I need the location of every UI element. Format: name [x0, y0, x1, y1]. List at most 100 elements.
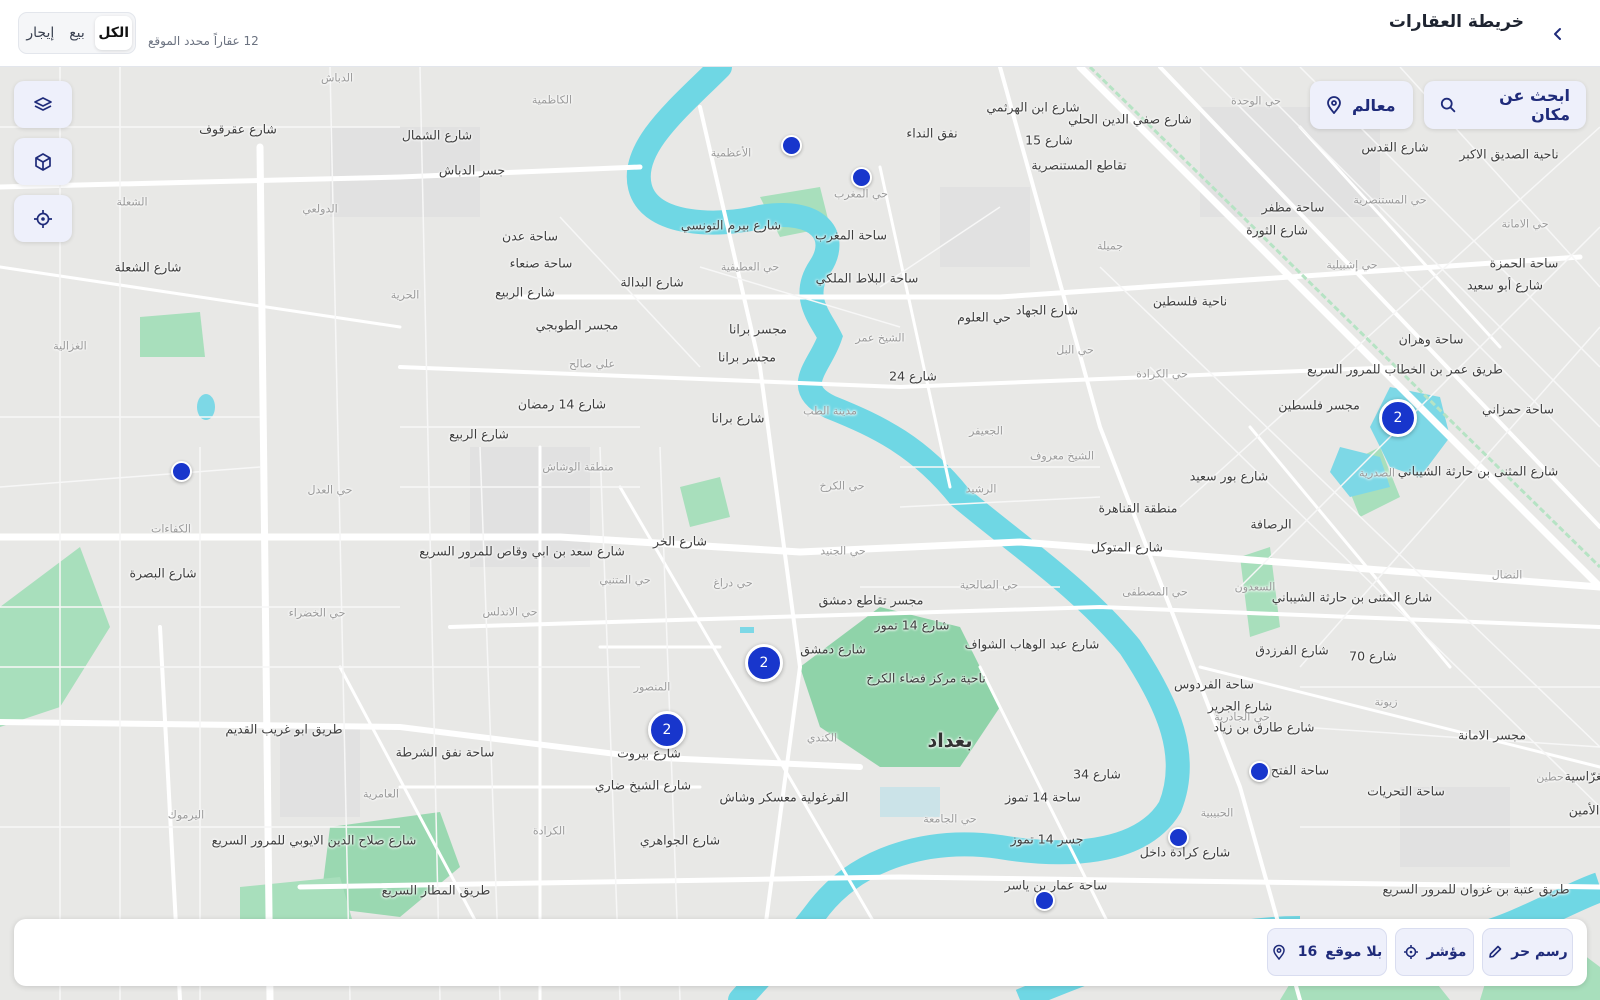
map-place-label: حي البل — [1056, 343, 1094, 357]
map-place-label: الكندي — [806, 731, 838, 745]
located-count-text: 12 عقاراً محدد الموقع — [148, 34, 259, 48]
map-place-label: ساحة عدن — [502, 228, 558, 244]
3d-view-button[interactable] — [14, 138, 72, 185]
map-place-label: ساحة الحمزة — [1489, 255, 1559, 271]
property-marker[interactable] — [780, 134, 802, 156]
map-canvas[interactable]: شارع ابن الهرثمي شارع صفي الدين الحلي شارع… — [0, 67, 1600, 1000]
map-place-label: حي الخضراء — [288, 606, 346, 620]
map-place-label: شارع سعد بن ابي وقاص للمرور السريع — [419, 543, 625, 559]
map-place-label: شارع دمشق — [800, 641, 866, 657]
map-place-label: شارع ابن الهرثمي — [986, 99, 1080, 115]
map-place-label: حطين — [1536, 770, 1564, 784]
map-place-label: شارع الربيع — [449, 426, 509, 442]
map-base-layer — [0, 67, 1600, 1000]
map-place-label: حي الوحدة — [1231, 94, 1281, 108]
map-place-label: مدينة الطب — [803, 404, 857, 418]
cursor-button[interactable]: مؤشر — [1395, 928, 1474, 976]
map-pin-icon — [1327, 96, 1341, 114]
filter-all[interactable]: الكل — [95, 16, 132, 50]
map-place-label: ساحة الفردوس — [1173, 676, 1255, 692]
map-place-label: ساحة التحريات — [1367, 783, 1445, 799]
cube-icon — [35, 152, 51, 171]
map-pin-icon — [1273, 944, 1285, 960]
cursor-label: مؤشر — [1426, 944, 1467, 960]
search-place-label: ابحث عن مكان — [1499, 86, 1570, 124]
map-place-label: طريق عمر بن الخطاب للمرور السريع — [1307, 361, 1503, 377]
map-place-label: ساحة البلاط الملكي — [815, 270, 919, 286]
map-place-label: العامرية — [363, 787, 399, 801]
map-place-label: حي العدل — [307, 483, 353, 497]
map-place-label: شارع الشمال — [401, 127, 473, 143]
map-place-label: شارع عقرقوف — [199, 121, 277, 137]
map-place-label: شارع الثورة — [1246, 222, 1308, 238]
map-place-label: شارع البدالة — [620, 274, 684, 290]
layers-button[interactable] — [14, 81, 72, 128]
map-place-label: مجسر الطوبجي — [535, 317, 619, 333]
map-place-label: ناحية الصديق الاكبر — [1459, 146, 1559, 162]
map-place-label: حي المستنصرية — [1353, 193, 1427, 207]
map-place-label: شارع كرادة داخل — [1139, 844, 1231, 860]
map-place-label: طريق ابو غريب القديم — [225, 721, 343, 737]
map-place-label: شارع الجهاد — [1015, 302, 1079, 318]
map-place-label: طريق المطار السريع — [381, 882, 491, 898]
bottom-toolbar: رسم حر مؤشر 16 بلا موقع — [14, 919, 1587, 986]
map-place-label: شارع صفي الدين الحلي — [1068, 111, 1192, 127]
landmarks-button[interactable]: معالم — [1310, 81, 1413, 129]
map-place-label: الصدرية — [1359, 466, 1395, 480]
property-cluster[interactable]: 2 — [648, 711, 686, 749]
map-place-label: شارع بور سعيد — [1189, 468, 1269, 484]
map-place-label: مجسر فلسطين — [1278, 397, 1360, 413]
map-place-label: جميلة — [1096, 239, 1124, 253]
map-place-label: شارع القدس — [1361, 139, 1429, 155]
property-marker[interactable] — [1248, 760, 1270, 782]
map-place-label: الدولعي — [302, 202, 338, 216]
page-title: خريطة العقارات — [1388, 12, 1524, 32]
map-place-label: الكفاءات — [151, 522, 191, 536]
map-place-label: حي المتنبي — [599, 573, 651, 587]
map-place-label: شارع عبد الوهاب الشواف — [964, 636, 1100, 652]
map-place-label: اليرموك — [167, 808, 205, 822]
filter-rent[interactable]: إيجار — [22, 16, 59, 50]
map-place-label: الشعلة — [116, 195, 148, 209]
map-place-label: نفق النداء — [906, 125, 958, 141]
free-draw-label: رسم حر — [1511, 944, 1568, 960]
map-place-label: حي الكرخ — [819, 479, 865, 493]
map-place-label: حي الجادرية — [1214, 710, 1270, 724]
map-place-label: حي الكرادة — [1136, 367, 1188, 381]
no-location-button[interactable]: 16 بلا موقع — [1267, 928, 1387, 976]
property-cluster[interactable]: 2 — [745, 644, 783, 682]
search-place-button[interactable]: ابحث عن مكان — [1424, 81, 1586, 129]
property-marker[interactable] — [850, 166, 872, 188]
map-place-label: ساحة حمزاني — [1482, 401, 1554, 417]
map-place-label: حي الجامعة — [923, 812, 977, 826]
map-place-label: الدباش — [320, 71, 354, 85]
map-place-label: ساحة 14 تموز — [1005, 789, 1081, 805]
map-place-label: الأمين — [1568, 802, 1600, 818]
property-marker[interactable] — [1167, 826, 1189, 848]
map-place-label: حي العطيفية — [720, 260, 780, 274]
map-place-label: حي الاندلس — [482, 605, 538, 619]
free-draw-button[interactable]: رسم حر — [1482, 928, 1573, 976]
map-place-label: طريق عتبة بن غزوان للمرور السريع — [1382, 881, 1570, 897]
city-label: بغداد — [927, 730, 973, 752]
property-marker[interactable] — [170, 460, 192, 482]
map-place-label: شارع 14 رمضان — [517, 396, 607, 412]
crosshair-icon — [1403, 945, 1418, 959]
property-marker[interactable] — [1033, 889, 1055, 911]
map-place-label: شارع بيرم التونسي — [680, 217, 782, 233]
back-button[interactable] — [1544, 20, 1572, 48]
map-place-label: علي صالح — [568, 357, 616, 371]
map-place-label: شارع 70 — [1349, 648, 1397, 664]
map-place-label: ناحية فلسطين — [1152, 293, 1228, 309]
map-place-label: الغزالية — [53, 339, 87, 353]
map-place-label: الرشيد — [965, 482, 997, 496]
filter-sale[interactable]: بيع — [59, 16, 96, 50]
map-place-label: شارع الشعلة — [114, 259, 182, 275]
map-place-label: حي المغرب — [834, 187, 888, 201]
map-place-label: الشيخ عمر — [855, 331, 905, 345]
map-place-label: تقاطع المستنصرية — [1031, 157, 1127, 173]
property-cluster[interactable]: 2 — [1379, 399, 1417, 437]
header: خريطة العقارات 12 عقاراً محدد الموقع الك… — [0, 0, 1600, 67]
my-location-button[interactable] — [14, 195, 72, 242]
map-place-label: شارع المتوكل — [1091, 539, 1163, 555]
